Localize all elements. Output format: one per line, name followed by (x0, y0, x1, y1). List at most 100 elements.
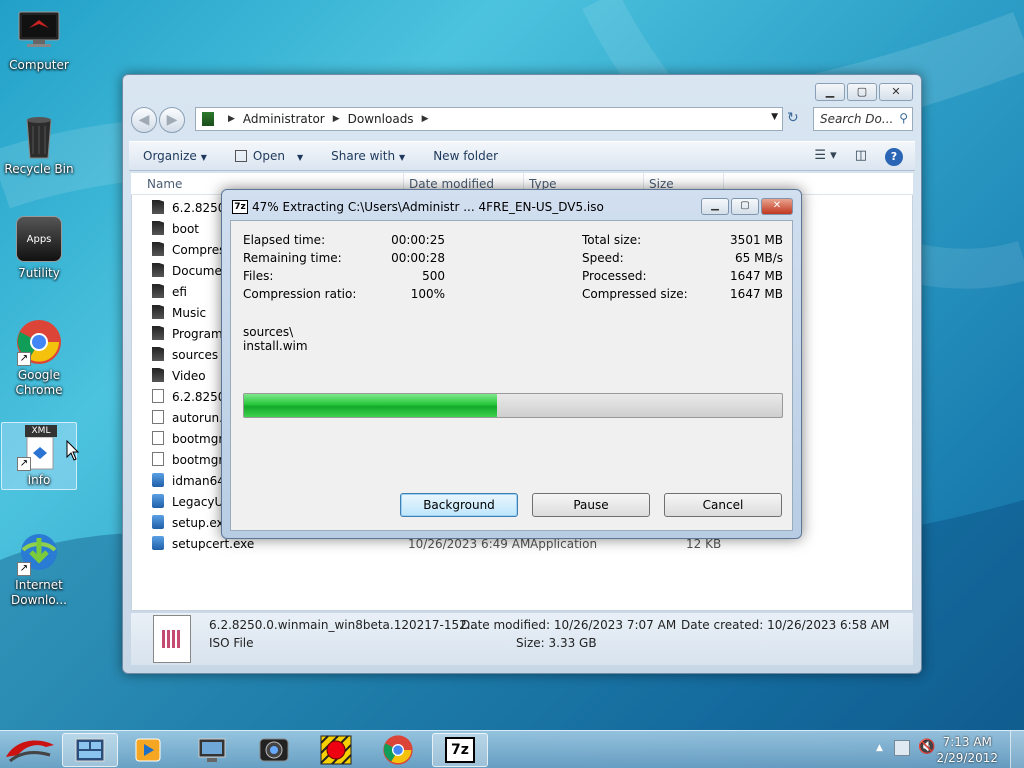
taskbar-chrome-button[interactable] (370, 733, 426, 767)
taskbar-remote-desktop-button[interactable] (184, 733, 240, 767)
close-button[interactable]: ✕ (879, 83, 913, 101)
stat-value-elapsed: 00:00:25 (391, 233, 445, 247)
iso-file-icon (152, 389, 164, 403)
system-tray: ▲ 🔇 7:13 AM 2/29/2012 (864, 731, 1024, 768)
network-icon[interactable] (894, 740, 910, 756)
refresh-icon[interactable]: ↻ (787, 110, 799, 126)
computer-icon (15, 8, 63, 56)
desktop-icon-7utility[interactable]: Apps 7utility (1, 216, 77, 281)
breadcrumb-separator-icon: ▶ (332, 114, 340, 124)
details-date-modified: Date modified: 10/26/2023 7:07 AM (461, 618, 677, 632)
application-icon (152, 494, 164, 508)
xml-badge: XML (25, 425, 57, 437)
maximize-button[interactable]: ▢ (847, 83, 877, 101)
search-input[interactable]: Search Do... ⚲ (813, 107, 913, 131)
command-bar: Organize ▼ Open ▼ Share with ▼ New folder ☰… (129, 141, 915, 171)
file-name: boot (172, 222, 200, 236)
dialog-title-bar: 7z 47% Extracting C:\Users\Administr ...… (232, 200, 604, 214)
folder-icon (152, 221, 164, 235)
address-bar[interactable]: ▶ Administrator ▶ Downloads ▶ ▼ (195, 107, 783, 131)
folder-icon (152, 284, 164, 298)
stat-value-total-size: 3501 MB (730, 233, 783, 247)
show-desktop-button[interactable] (1010, 731, 1024, 768)
chevron-down-icon: ▼ (399, 153, 406, 162)
organize-label: Organize (143, 149, 197, 163)
dialog-window-controls: ▁ ▢ ✕ (701, 198, 793, 215)
stat-label-speed: Speed: (582, 251, 624, 265)
desktop-icon-computer[interactable]: Computer (1, 8, 77, 73)
application-icon (152, 473, 164, 487)
preview-pane-icon[interactable]: ◫ (855, 148, 867, 166)
current-file: install.wim (243, 339, 308, 353)
apps-icon: Apps (15, 216, 63, 264)
show-hidden-icons-icon[interactable]: ▲ (876, 743, 883, 753)
minimize-button[interactable]: ▁ (815, 83, 845, 101)
background-button[interactable]: Background (400, 493, 518, 517)
desktop-icon-google-chrome[interactable]: ↗ Google Chrome (1, 318, 77, 398)
desktop-icon-label: Internet Downlo... (11, 578, 67, 607)
rog-logo-icon (6, 740, 54, 763)
file-name: Video (172, 369, 206, 383)
record-icon (320, 735, 352, 765)
folder-icon (152, 305, 164, 319)
pause-button[interactable]: Pause (532, 493, 650, 517)
sevenzip-icon: 7z (445, 737, 475, 763)
breadcrumb-separator-icon: ▶ (421, 114, 429, 124)
clock-time: 7:13 AM (942, 735, 992, 749)
shortcut-arrow-icon: ↗ (17, 562, 31, 576)
clock[interactable]: 7:13 AM 2/29/2012 (936, 734, 998, 766)
sevenzip-icon: 7z (232, 200, 248, 214)
organize-button[interactable]: Organize ▼ (129, 149, 221, 163)
stat-value-compression-ratio: 100% (410, 287, 445, 301)
desktop-icon-label: 7utility (18, 266, 60, 280)
chevron-down-icon: ▼ (296, 153, 304, 162)
file-name: bootmgr (172, 432, 224, 446)
dialog-maximize-button[interactable]: ▢ (731, 198, 759, 215)
breadcrumb-downloads[interactable]: Downloads (348, 112, 414, 126)
forward-button[interactable]: ▶ (159, 107, 185, 133)
cancel-button[interactable]: Cancel (664, 493, 782, 517)
open-file-icon (234, 150, 247, 162)
taskbar-7zip-button[interactable]: 7z (432, 733, 488, 767)
start-button[interactable] (2, 733, 58, 767)
desktop-icon-recycle-bin[interactable]: Recycle Bin (1, 112, 77, 177)
desktop-icon-internet-download-manager[interactable]: ↗ Internet Downlo... (1, 528, 77, 608)
desktop-icon-label: Google Chrome (15, 368, 63, 397)
column-name[interactable]: Name (147, 177, 182, 191)
shortcut-arrow-icon: ↗ (17, 352, 31, 366)
shortcut-arrow-icon: ↗ (17, 457, 31, 471)
breadcrumb-administrator[interactable]: Administrator (243, 112, 325, 126)
taskbar-media-player-button[interactable] (120, 733, 176, 767)
dialog-minimize-button[interactable]: ▁ (701, 198, 729, 215)
help-icon[interactable]: ? (885, 148, 903, 166)
details-size: Size: 3.33 GB (516, 636, 597, 650)
document-icon (152, 452, 164, 466)
folder-icon (152, 347, 164, 361)
mouse-cursor-icon (66, 439, 80, 465)
remote-desktop-icon (198, 738, 226, 762)
stat-value-processed: 1647 MB (730, 269, 783, 283)
stat-value-compressed-size: 1647 MB (730, 287, 783, 301)
new-folder-button[interactable]: New folder (419, 149, 512, 163)
taskbar-explorer-button[interactable] (62, 733, 118, 767)
document-icon (152, 410, 164, 424)
dialog-body: Elapsed time: 00:00:25 Remaining time: 0… (230, 220, 793, 531)
stat-label-elapsed: Elapsed time: (243, 233, 326, 247)
open-button[interactable]: Open ▼ (221, 149, 317, 163)
volume-muted-icon[interactable]: 🔇 (918, 739, 935, 755)
extract-progress-dialog[interactable]: 7z 47% Extracting C:\Users\Administr ...… (221, 189, 802, 539)
view-options-icon[interactable]: ☰ ▾ (814, 148, 836, 166)
taskbar-camera-button[interactable] (246, 733, 302, 767)
search-placeholder: Search Do... (820, 112, 894, 126)
current-path: sources\ (243, 325, 294, 339)
address-dropdown-icon[interactable]: ▼ (771, 112, 778, 122)
progress-bar-fill (244, 394, 497, 417)
application-icon (152, 536, 164, 550)
share-with-button[interactable]: Share with ▼ (317, 149, 419, 163)
file-name: autorun.i (172, 411, 227, 425)
dialog-close-button[interactable]: ✕ (761, 198, 793, 215)
search-icon[interactable]: ⚲ (899, 111, 908, 125)
file-name: setupcert.exe (172, 537, 255, 551)
taskbar-record-button[interactable] (308, 733, 364, 767)
back-button[interactable]: ◀ (131, 107, 157, 133)
